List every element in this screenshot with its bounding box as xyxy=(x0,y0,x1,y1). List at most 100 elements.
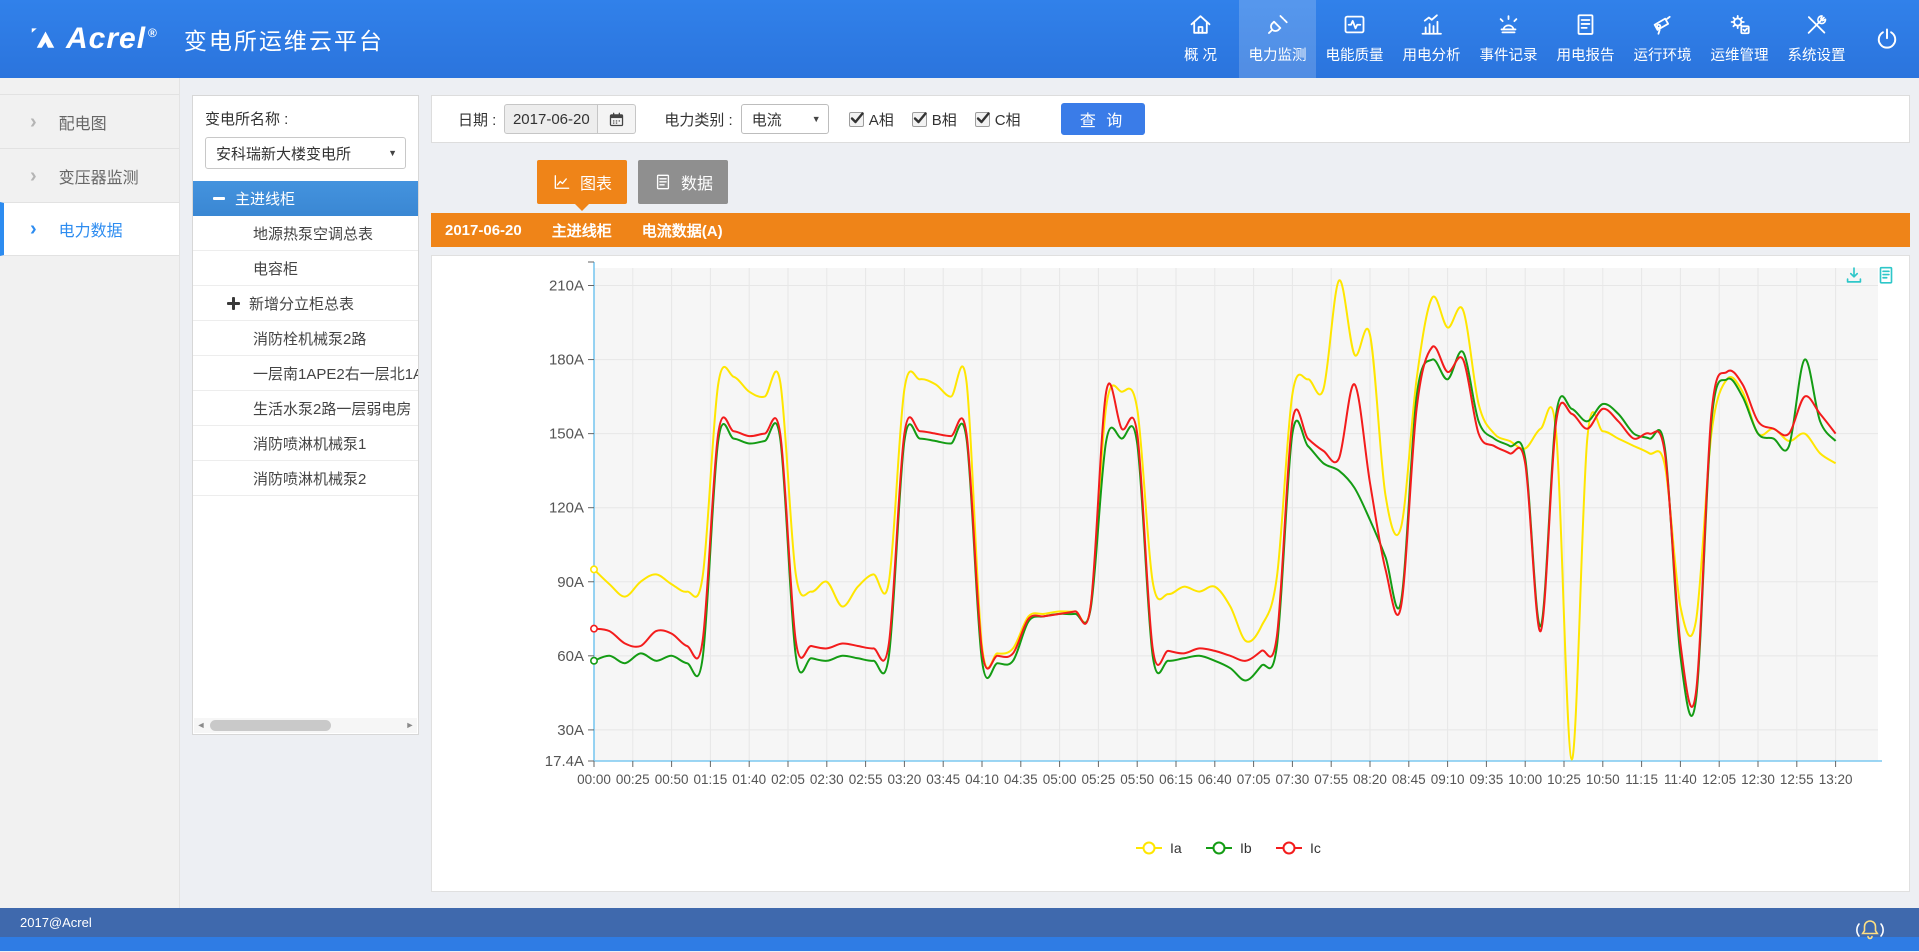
svg-text:Ia: Ia xyxy=(1170,840,1182,856)
collapse-minus-icon[interactable] xyxy=(213,197,225,200)
sidebar-item-1[interactable]: ›配电图 xyxy=(0,94,179,148)
x-tick-label: 00:00 xyxy=(577,772,611,787)
tree-node-3[interactable]: 电容柜 xyxy=(193,251,418,286)
phase-checkbox-group: A相 B相 C相 xyxy=(849,109,1039,130)
scrollbar-track[interactable] xyxy=(208,718,403,733)
tree-node-1[interactable]: 主进线柜 xyxy=(193,181,418,216)
tools-icon xyxy=(1803,11,1830,38)
nav-item-label: 用电报告 xyxy=(1557,44,1615,65)
station-select[interactable]: 安科瑞新大楼变电所 ▼ xyxy=(205,137,406,169)
sidebar-item-3[interactable]: ›电力数据 xyxy=(0,202,179,256)
phase-checkbox-A相[interactable]: A相 xyxy=(849,109,894,130)
nav-item-9[interactable]: 系统设置 xyxy=(1778,0,1855,78)
series-marker-Ib xyxy=(591,658,597,664)
x-tick-label: 01:40 xyxy=(732,772,766,787)
x-tick-label: 07:05 xyxy=(1237,772,1271,787)
x-tick-label: 03:45 xyxy=(926,772,960,787)
chevron-down-icon: ▼ xyxy=(388,148,397,158)
power-icon xyxy=(1874,26,1900,52)
svg-text:Ic: Ic xyxy=(1310,840,1321,856)
date-input[interactable]: 2017-06-20 xyxy=(504,104,598,134)
nav-item-1[interactable]: 概 况 xyxy=(1162,0,1239,78)
calendar-button[interactable] xyxy=(598,104,636,134)
legend-item-Ib[interactable]: Ib xyxy=(1206,840,1252,856)
legend-item-Ic[interactable]: Ic xyxy=(1276,840,1321,856)
nav-item-4[interactable]: 用电分析 xyxy=(1393,0,1470,78)
chart-info-bar: 2017-06-20 主进线柜 电流数据(A) xyxy=(431,213,1910,247)
logout-power-button[interactable] xyxy=(1855,0,1919,78)
x-tick-label: 01:15 xyxy=(694,772,728,787)
tree-node-9[interactable]: 消防喷淋机械泵2 xyxy=(193,461,418,496)
checkbox-icon[interactable] xyxy=(975,112,990,127)
checkbox-icon[interactable] xyxy=(912,112,927,127)
expand-plus-icon[interactable] xyxy=(227,297,240,310)
legend-item-Ia[interactable]: Ia xyxy=(1136,840,1182,856)
nav-item-label: 电力监测 xyxy=(1249,44,1307,65)
scroll-left-arrow-icon[interactable]: ◄ xyxy=(194,718,208,733)
x-tick-label: 05:00 xyxy=(1043,772,1077,787)
x-tick-label: 02:05 xyxy=(771,772,805,787)
phase-label: B相 xyxy=(932,109,957,130)
tree-node-4[interactable]: 新增分立柜总表 xyxy=(193,286,418,321)
top-nav: 概 况电力监测电能质量用电分析事件记录用电报告运行环境运维管理系统设置 xyxy=(1162,0,1855,78)
tree-node-label: 消防喷淋机械泵2 xyxy=(253,468,366,489)
x-tick-label: 06:15 xyxy=(1159,772,1193,787)
series-marker-Ic xyxy=(591,625,597,631)
tab-data[interactable]: 数据 xyxy=(638,160,728,204)
camera-icon xyxy=(1649,11,1676,38)
station-select-value: 安科瑞新大楼变电所 xyxy=(216,143,351,164)
device-tree-panel: 变电所名称 : 安科瑞新大楼变电所 ▼ 主进线柜地源热泵空调总表电容柜新增分立柜… xyxy=(192,95,419,735)
export-report-icon[interactable] xyxy=(1875,264,1897,286)
sidebar-item-label: 电力数据 xyxy=(59,217,123,241)
calendar-icon xyxy=(608,111,625,128)
nav-item-2[interactable]: 电力监测 xyxy=(1239,0,1316,78)
query-button[interactable]: 查 询 xyxy=(1061,103,1145,135)
x-tick-label: 12:05 xyxy=(1702,772,1736,787)
x-tick-label: 10:25 xyxy=(1547,772,1581,787)
nav-item-label: 用电分析 xyxy=(1403,44,1461,65)
tab-chart[interactable]: 图表 xyxy=(537,160,627,204)
tree-node-6[interactable]: 一层南1APE2右一层北1APE1左 xyxy=(193,356,418,391)
phase-checkbox-B相[interactable]: B相 xyxy=(912,109,957,130)
info-metric: 电流数据(A) xyxy=(642,220,723,241)
x-tick-label: 13:20 xyxy=(1819,772,1853,787)
notification-bell-icon xyxy=(1853,913,1887,947)
tree-node-label: 电容柜 xyxy=(253,258,298,279)
plug-icon xyxy=(1264,11,1291,38)
y-tick-label: 90A xyxy=(557,574,584,591)
tree-node-8[interactable]: 消防喷淋机械泵1 xyxy=(193,426,418,461)
x-tick-label: 00:25 xyxy=(616,772,650,787)
download-icon[interactable] xyxy=(1843,264,1865,286)
tree-node-2[interactable]: 地源热泵空调总表 xyxy=(193,216,418,251)
checkbox-icon[interactable] xyxy=(849,112,864,127)
x-tick-label: 11:40 xyxy=(1664,772,1697,787)
x-tick-label: 08:45 xyxy=(1392,772,1426,787)
x-tick-label: 05:50 xyxy=(1120,772,1154,787)
scroll-right-arrow-icon[interactable]: ► xyxy=(403,718,417,733)
tree-node-label: 一层南1APE2右一层北1APE1左 xyxy=(253,363,418,384)
nav-item-5[interactable]: 事件记录 xyxy=(1470,0,1547,78)
page-title: 变电所运维云平台 xyxy=(184,22,384,56)
x-tick-label: 11:15 xyxy=(1625,772,1658,787)
current-line-chart[interactable]: 17.4A30A60A90A120A150A180A210A00:0000:25… xyxy=(432,256,1909,891)
series-marker-Ia xyxy=(591,566,597,572)
sidebar-item-2[interactable]: ›变压器监测 xyxy=(0,148,179,202)
notification-bell-button[interactable] xyxy=(1853,913,1887,947)
tree-node-7[interactable]: 生活水泵2路一层弱电房 xyxy=(193,391,418,426)
nav-item-label: 电能质量 xyxy=(1326,44,1384,65)
nav-item-8[interactable]: 运维管理 xyxy=(1701,0,1778,78)
phase-checkbox-C相[interactable]: C相 xyxy=(975,109,1021,130)
svg-text:Ib: Ib xyxy=(1240,840,1252,856)
tree-horizontal-scrollbar[interactable]: ◄ ► xyxy=(194,718,417,733)
x-tick-label: 09:10 xyxy=(1431,772,1465,787)
tree-node-5[interactable]: 消防栓机械泵2路 xyxy=(193,321,418,356)
y-tick-label: 30A xyxy=(557,722,584,739)
tree-node-label: 地源热泵空调总表 xyxy=(253,223,373,244)
nav-item-3[interactable]: 电能质量 xyxy=(1316,0,1393,78)
power-category-select[interactable]: 电流 ▼ xyxy=(741,104,829,134)
nav-item-6[interactable]: 用电报告 xyxy=(1547,0,1624,78)
alarm-icon xyxy=(1495,11,1522,38)
scrollbar-thumb[interactable] xyxy=(210,720,331,731)
nav-item-7[interactable]: 运行环境 xyxy=(1624,0,1701,78)
acrel-logo-icon xyxy=(28,24,58,54)
